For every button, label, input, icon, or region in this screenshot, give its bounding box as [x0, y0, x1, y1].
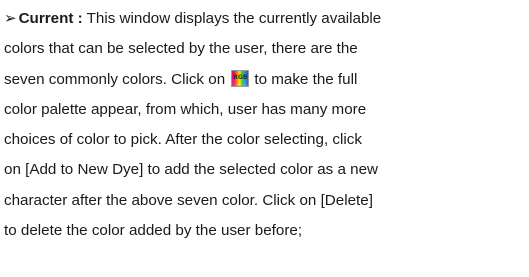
paragraph-line-2: colors that can be selected by the user,…: [4, 40, 358, 58]
paragraph-line-3: seven commonly colors. Click on RGB to ma…: [4, 65, 526, 95]
paragraph-text: seven commonly colors. Click on: [4, 70, 230, 88]
arrow-bullet-icon: ➢: [4, 10, 17, 27]
paragraph-text: to make the full: [254, 70, 358, 88]
term-heading: Current :: [18, 10, 83, 27]
paragraph-line-1: ➢ Current : This window displays the curr…: [4, 4, 526, 34]
paragraph-line-7: character after the above seven color. C…: [4, 191, 373, 209]
paragraph-text: This window displays the currently avail…: [82, 10, 382, 27]
document-paragraph: ➢ Current : This window displays the curr…: [4, 4, 526, 246]
paragraph-line-6: on [Add to New Dye] to add the selected …: [4, 161, 378, 179]
paragraph-line-4: color palette appear, from which, user h…: [4, 100, 367, 118]
rgb-palette-icon: RGB: [231, 69, 250, 87]
paragraph-line-8: to delete the color added by the user be…: [4, 222, 303, 240]
paragraph-line-5: choices of color to pick. After the colo…: [4, 131, 362, 149]
rgb-icon-label: RGB: [233, 73, 248, 81]
